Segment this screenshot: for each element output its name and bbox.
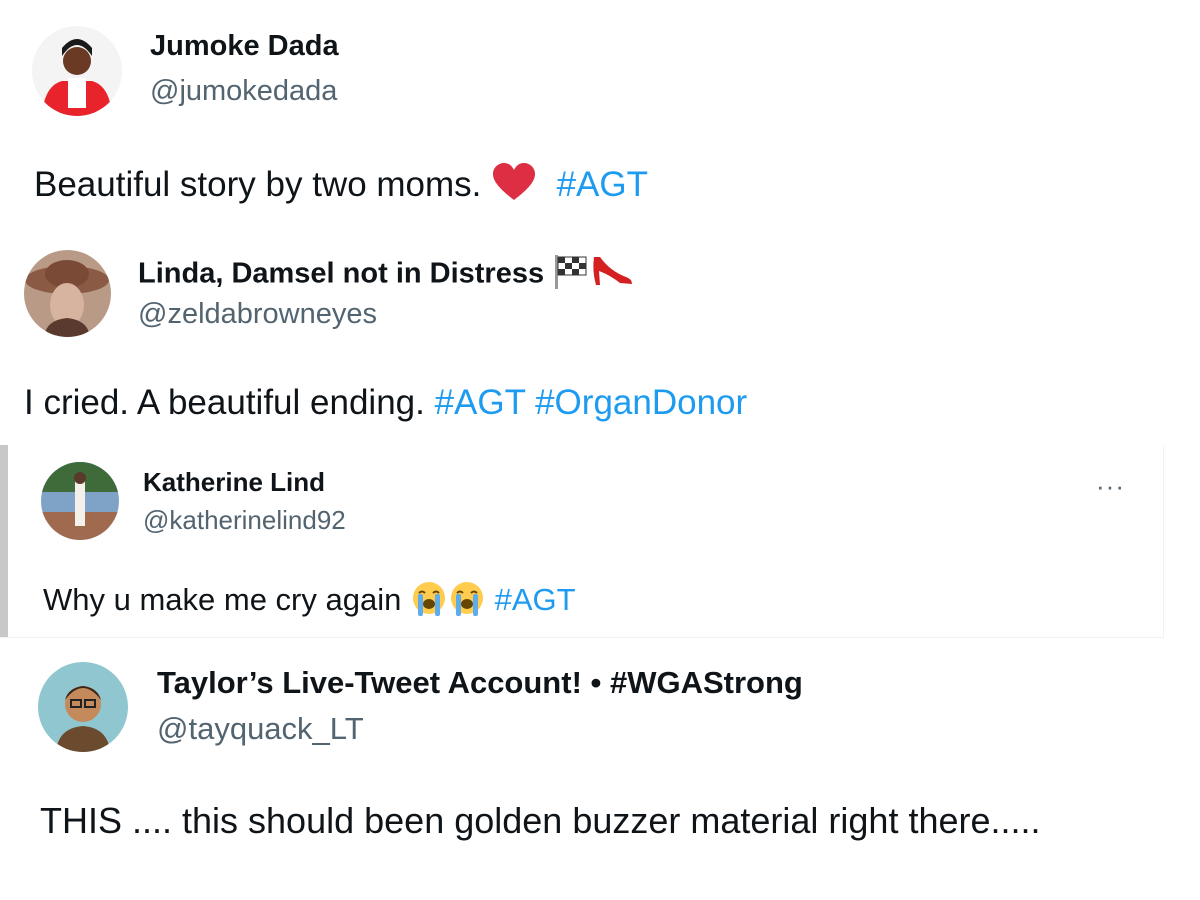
tweet-taylor[interactable]: Taylor’s Live-Tweet Account! • #WGAStron… xyxy=(0,640,1200,900)
tweet-katherine[interactable]: Katherine Lind @katherinelind92 ··· Why … xyxy=(0,445,1164,638)
display-name[interactable]: Linda, Damsel not in Distress xyxy=(138,253,634,297)
tweet-text: Why u make me cry again #AGT xyxy=(43,580,576,624)
user-handle[interactable]: @katherinelind92 xyxy=(143,505,346,536)
tweet-text: THIS .... this should been golden buzzer… xyxy=(40,800,1041,841)
checkered-flag-icon xyxy=(552,253,590,297)
tweet-jumoke[interactable]: Jumoke Dada @jumokedada Beautiful story … xyxy=(0,0,1200,225)
tweet-text: I cried. A beautiful ending. #AGT #Organ… xyxy=(24,383,747,423)
display-name[interactable]: Taylor’s Live-Tweet Account! • #WGAStron… xyxy=(157,665,803,701)
user-handle[interactable]: @zeldabrowneyes xyxy=(138,298,377,331)
loudly-crying-face-icon xyxy=(410,580,448,624)
tweet-linda[interactable]: Linda, Damsel not in Distress @zeldabrow… xyxy=(0,225,1200,440)
tweet-text: Beautiful story by two moms. #AGT xyxy=(34,162,648,211)
avatar[interactable] xyxy=(32,26,122,116)
hashtag-link[interactable]: #OrganDonor xyxy=(535,383,747,422)
loudly-crying-face-icon xyxy=(448,580,486,624)
tweet-body: Why u make me cry again xyxy=(43,582,402,618)
tweet-body: I cried. A beautiful ending. xyxy=(24,383,425,422)
red-heart-icon xyxy=(491,162,537,211)
tweet-body: Beautiful story by two moms. xyxy=(34,164,482,204)
more-options-icon[interactable]: ··· xyxy=(1096,471,1125,502)
avatar[interactable] xyxy=(24,250,111,337)
avatar[interactable] xyxy=(41,462,119,540)
display-name-text: Linda, Damsel not in Distress xyxy=(138,257,545,290)
hashtag-link[interactable]: #AGT xyxy=(495,582,576,617)
quote-bar xyxy=(0,445,8,637)
avatar[interactable] xyxy=(38,662,128,752)
display-name[interactable]: Katherine Lind xyxy=(143,467,325,498)
display-name[interactable]: Jumoke Dada xyxy=(150,30,339,63)
user-handle[interactable]: @jumokedada xyxy=(150,75,337,108)
high-heel-icon xyxy=(590,253,634,297)
hashtag-link[interactable]: #AGT xyxy=(435,383,526,422)
hashtag-link[interactable]: #AGT xyxy=(557,165,648,204)
user-handle[interactable]: @tayquack_LT xyxy=(157,711,364,747)
